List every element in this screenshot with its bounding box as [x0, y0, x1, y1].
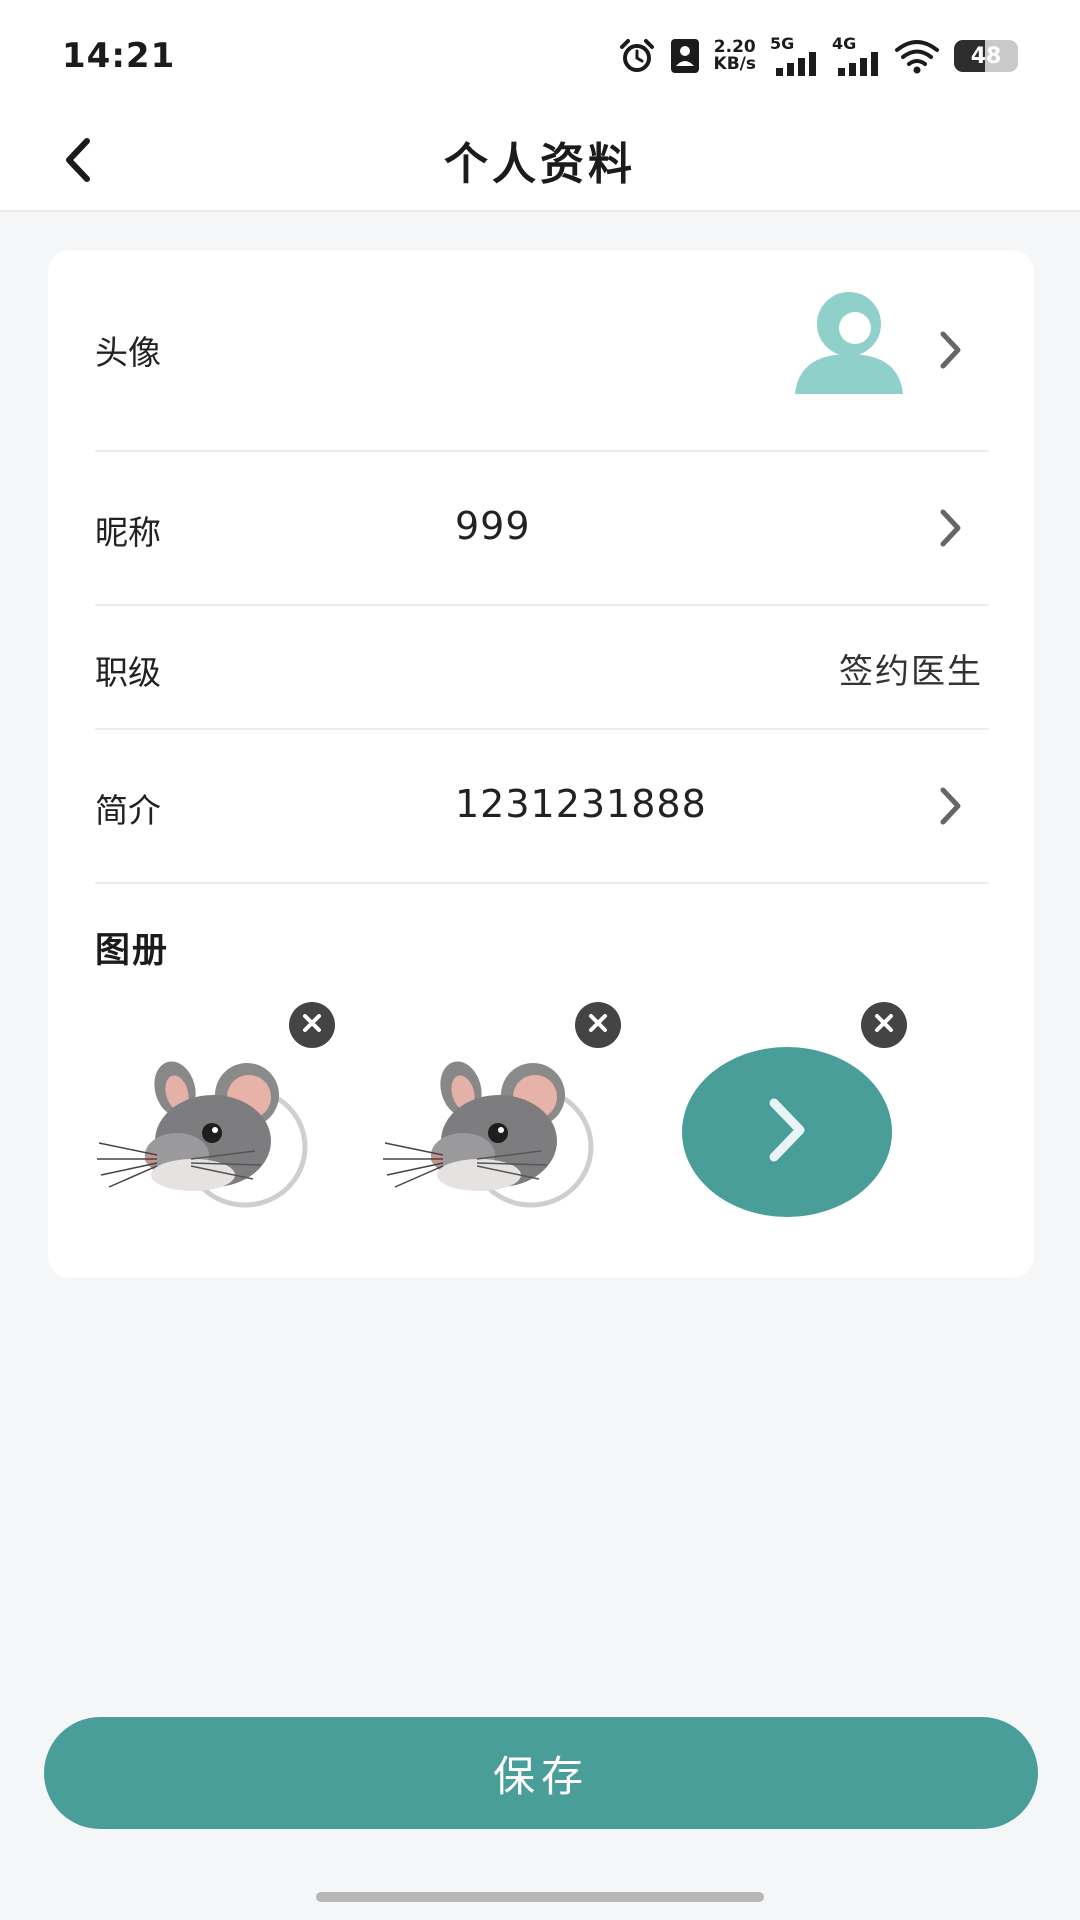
- contact-card-icon: [670, 38, 700, 74]
- network-speed-unit: KB/s: [713, 54, 756, 74]
- delete-photo-button[interactable]: [289, 1002, 335, 1048]
- rank-row: 职级 签约医生: [95, 606, 989, 730]
- bio-label: 简介: [95, 791, 161, 830]
- chevron-right-icon: [931, 786, 971, 826]
- mouse-illustration: [95, 1032, 335, 1232]
- album-title: 图册: [95, 931, 170, 971]
- profile-card: 头像 昵称 999 职级 签约医生 简介 1231231888 图册: [48, 250, 1034, 1278]
- album-add-area: [667, 1032, 907, 1232]
- album-photo[interactable]: [381, 1002, 621, 1232]
- network-speed: 2.20 KB/s: [714, 39, 756, 73]
- nickname-row[interactable]: 昵称 999: [95, 452, 989, 606]
- chevron-right-icon: [764, 1095, 810, 1169]
- save-button[interactable]: 保存: [44, 1717, 1038, 1829]
- delete-photo-button[interactable]: [575, 1002, 621, 1048]
- wifi-icon: [894, 38, 940, 74]
- delete-photo-button[interactable]: [861, 1002, 907, 1048]
- nav-bar: 个人资料: [0, 108, 1080, 212]
- add-photo-button[interactable]: [682, 1047, 892, 1217]
- close-icon: [301, 1012, 323, 1038]
- home-indicator[interactable]: [316, 1892, 764, 1902]
- chevron-right-icon: [931, 508, 971, 548]
- signal-5g-icon: 5G: [770, 34, 818, 76]
- bio-value: 1231231888: [455, 782, 707, 826]
- close-icon: [587, 1012, 609, 1038]
- nickname-label: 昵称: [95, 513, 161, 552]
- status-icons: 2.20 KB/s 5G 4G 48: [618, 34, 1018, 76]
- battery-icon: 48: [954, 40, 1018, 72]
- chevron-right-icon: [931, 330, 971, 370]
- rank-value: 签约医生: [839, 652, 983, 692]
- avatar[interactable]: [789, 286, 909, 406]
- alarm-icon: [618, 37, 656, 75]
- bio-row[interactable]: 简介 1231231888: [95, 730, 989, 884]
- battery-level: 48: [970, 43, 1002, 69]
- album-add-item: [667, 1002, 907, 1232]
- signal-5g-label: 5G: [770, 34, 795, 53]
- album-photo[interactable]: [95, 1002, 335, 1232]
- status-time: 14:21: [62, 36, 176, 76]
- avatar-row[interactable]: 头像: [95, 250, 989, 452]
- rank-label: 职级: [95, 653, 161, 692]
- avatar-label: 头像: [95, 333, 161, 372]
- signal-4g-label: 4G: [832, 34, 857, 53]
- signal-4g-icon: 4G: [832, 34, 880, 76]
- close-icon: [873, 1012, 895, 1038]
- page-title: 个人资料: [444, 139, 636, 190]
- mouse-illustration: [381, 1032, 621, 1232]
- status-bar: 14:21 2.20 KB/s 5G 4G 48: [0, 0, 1080, 108]
- nickname-value: 999: [455, 504, 531, 548]
